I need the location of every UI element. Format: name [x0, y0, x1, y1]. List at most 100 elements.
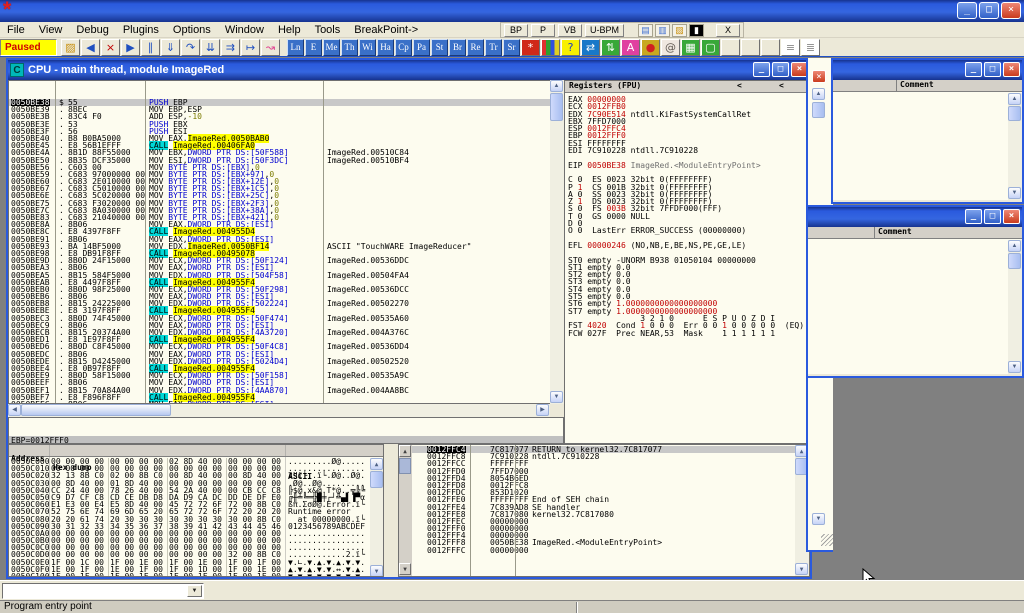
close-button[interactable]: × — [1001, 2, 1021, 19]
dump-pane[interactable]: Address Hex dump ASCII 0050C00000 00 00 … — [8, 444, 384, 577]
menu-item-debug[interactable]: Debug — [69, 23, 115, 37]
updown-arrows-icon[interactable]: ⇅ — [601, 39, 620, 56]
strip-scroll-up-icon[interactable]: ▲ — [812, 88, 825, 100]
restore-button[interactable]: □ — [979, 2, 999, 19]
toolbar-letter-tr[interactable]: Tr — [485, 39, 502, 56]
menu-item-window[interactable]: Window — [218, 23, 271, 37]
register-row[interactable]: EFL 00000246 (NO,NB,E,BE,NS,PE,GE,LE) — [565, 242, 809, 249]
comment2-scrollbar[interactable]: ▲ ▼ — [1008, 240, 1022, 374]
disasm-row[interactable]: 0050BE8C.E8 4397F8FFCALL ImageRed.004955… — [9, 228, 563, 235]
open-file-icon[interactable]: ▨ — [61, 39, 80, 56]
disasm-row[interactable]: 0050BEF7.E8 F896F8FFCALL ImageRed.004955… — [9, 394, 563, 401]
log-icon[interactable]: ▥ — [655, 24, 670, 37]
registers-back-icon[interactable]: < — [737, 81, 742, 90]
screen-icon[interactable]: ▢ — [701, 39, 720, 56]
main-titlebar[interactable]: * _ □ × — [0, 0, 1024, 22]
cpu-maximize-icon[interactable]: □ — [772, 62, 789, 77]
comment1-minimize-icon[interactable]: _ — [965, 62, 982, 77]
register-row[interactable]: EDI 7C910228 ntdll.7C910228 — [565, 147, 809, 154]
pause-icon[interactable]: ∥ — [141, 39, 160, 56]
console-icon[interactable]: ▮ — [689, 24, 704, 37]
disassembly-hscrollbar[interactable]: ◀ ▶ — [8, 404, 550, 417]
plugin-button-u-bpm[interactable]: U-BPM — [585, 24, 624, 37]
list-columns-icon[interactable]: ≡ — [781, 39, 800, 56]
menu-item-plugins[interactable]: Plugins — [116, 23, 166, 37]
disasm-row[interactable]: 0050BE83.C683 21040000 00MOV BYTE PTR DS… — [9, 214, 563, 221]
toolbar-letter-st[interactable]: St — [431, 39, 448, 56]
registers-back2-icon[interactable]: < — [779, 81, 784, 90]
disassembly-vscrollbar[interactable]: ▲ ▼ — [550, 80, 564, 404]
stack-left-scrollbar[interactable]: ▲ ▼ — [399, 445, 412, 576]
stack-pane[interactable]: 0012FFC47C817077RETURN to kernel32.7C817… — [398, 444, 810, 577]
info-pane[interactable]: EBP=0012FFF0 — [8, 417, 564, 444]
highlight-a-icon[interactable]: A — [621, 39, 640, 56]
toolbar-letter-ln[interactable]: Ln — [287, 39, 304, 56]
step-into-icon[interactable]: ⇓ — [161, 39, 180, 56]
close-program-icon[interactable]: × — [101, 39, 120, 56]
run-icon[interactable]: ▶ — [121, 39, 140, 56]
register-row[interactable]: EIP 0050BE38 ImageRed.<ModuleEntryPoint> — [565, 162, 809, 169]
cpu-window[interactable]: C CPU - main thread, module ImageRed _ □… — [6, 58, 812, 579]
dump-scrollbar[interactable]: ▲ ▼ — [370, 458, 383, 577]
toolbar-letter-re[interactable]: Re — [467, 39, 484, 56]
comment2-column-header[interactable]: Comment — [808, 227, 1022, 239]
toolbar-letter-br[interactable]: Br — [449, 39, 466, 56]
comment-window-2-titlebar[interactable]: _ □ × — [808, 207, 1022, 227]
plugin-button-bp[interactable]: BP — [504, 24, 528, 37]
strip-close-icon[interactable]: × — [812, 70, 826, 83]
comment1-maximize-icon[interactable]: □ — [984, 62, 1001, 77]
comment-window-1[interactable]: _ □ × Comment ▲ ▼ — [831, 58, 1024, 204]
comment2-minimize-icon[interactable]: _ — [965, 209, 982, 224]
menu-item-options[interactable]: Options — [166, 23, 218, 37]
plugin-button-vb[interactable]: VB — [558, 24, 582, 37]
register-row[interactable]: FCW 027F Prec NEAR,53 Mask 1 1 1 1 1 1 — [565, 330, 809, 337]
disasm-row[interactable]: 0050BEE9.8B0D 58F15000MOV ECX,DWORD PTR … — [9, 372, 563, 379]
disasm-row[interactable]: 0050BE9D.8B0D 24F15000MOV ECX,DWORD PTR … — [9, 257, 563, 264]
options-gear-icon[interactable]: * — [521, 39, 540, 56]
resize-grip[interactable] — [821, 534, 833, 546]
plugin-button-p[interactable]: P — [531, 24, 555, 37]
info-pane-line[interactable]: EBP=0012FFF0 — [9, 436, 563, 444]
menu-item-breakpoint[interactable]: BreakPoint-> — [347, 23, 425, 37]
minimize-button[interactable]: _ — [957, 2, 977, 19]
toolbar-letter-ha[interactable]: Ha — [377, 39, 394, 56]
command-combobox[interactable]: ▼ — [2, 583, 204, 599]
skip-icon[interactable]: ↝ — [261, 39, 280, 56]
dump-row[interactable]: 0050C1001F 00 1F 001F 00 1F 001F 00 1F 0… — [9, 573, 369, 577]
comment2-maximize-icon[interactable]: □ — [984, 209, 1001, 224]
toolbar-letter-th[interactable]: Th — [341, 39, 358, 56]
register-row[interactable]: O 0 LastErr ERROR_SUCCESS (00000000) — [565, 227, 809, 234]
combo-dropdown-icon[interactable]: ▼ — [187, 585, 202, 597]
cpu-titlebar[interactable]: C CPU - main thread, module ImageRed _ □… — [8, 60, 810, 80]
blank-button-2[interactable] — [741, 39, 760, 56]
cpu-minimize-icon[interactable]: _ — [753, 62, 770, 77]
toolbar-letter-e[interactable]: E — [305, 39, 322, 56]
disasm-row[interactable]: 0050BE3E.53PUSH EBX — [9, 121, 563, 128]
disasm-row[interactable]: 0050BEC3.8B0D 74F45000MOV ECX,DWORD PTR … — [9, 315, 563, 322]
appearance-colors-icon[interactable] — [541, 39, 560, 56]
disasm-row[interactable]: 0050BED6.8B0D C8F45000MOV ECX,DWORD PTR … — [9, 343, 563, 350]
disasm-row[interactable]: 0050BE38$55PUSH EBP — [9, 99, 563, 106]
animate-into-icon[interactable]: ⇊ — [201, 39, 220, 56]
toolbar-letter-me[interactable]: Me — [323, 39, 340, 56]
registers-pane[interactable]: Registers (FPU) < < EAX 00000000ECX 0012… — [564, 80, 810, 444]
comment1-close-icon[interactable]: × — [1003, 62, 1020, 77]
folder-icon[interactable]: ▨ — [672, 24, 687, 37]
toolbar-letter-wi[interactable]: Wi — [359, 39, 376, 56]
menu-item-help[interactable]: Help — [271, 23, 308, 37]
notepad-icon[interactable]: ▤ — [638, 24, 653, 37]
disassembly-pane[interactable]: 0050BE38$55PUSH EBP0050BE39.8BECMOV EBP,… — [8, 80, 564, 404]
execute-till-return-icon[interactable]: ↦ — [241, 39, 260, 56]
disasm-row[interactable]: 0050BEB0.8B0D 98F25000MOV ECX,DWORD PTR … — [9, 286, 563, 293]
animate-over-icon[interactable]: ⇉ — [221, 39, 240, 56]
comment1-scrollbar[interactable]: ▲ ▼ — [1008, 93, 1022, 200]
record-target-icon[interactable]: ● — [641, 39, 660, 56]
restart-icon[interactable]: ◀ — [81, 39, 100, 56]
spiral-icon[interactable]: @ — [661, 39, 680, 56]
plugin-close-button[interactable]: X — [716, 24, 740, 37]
dump-column-headers[interactable]: Address Hex dump ASCII — [9, 445, 383, 457]
strip-scroll-down-icon[interactable]: ▼ — [812, 513, 825, 525]
help-icon[interactable]: ? — [561, 39, 580, 56]
toolbar-letter-sr[interactable]: Sr — [503, 39, 520, 56]
menu-item-tools[interactable]: Tools — [308, 23, 348, 37]
